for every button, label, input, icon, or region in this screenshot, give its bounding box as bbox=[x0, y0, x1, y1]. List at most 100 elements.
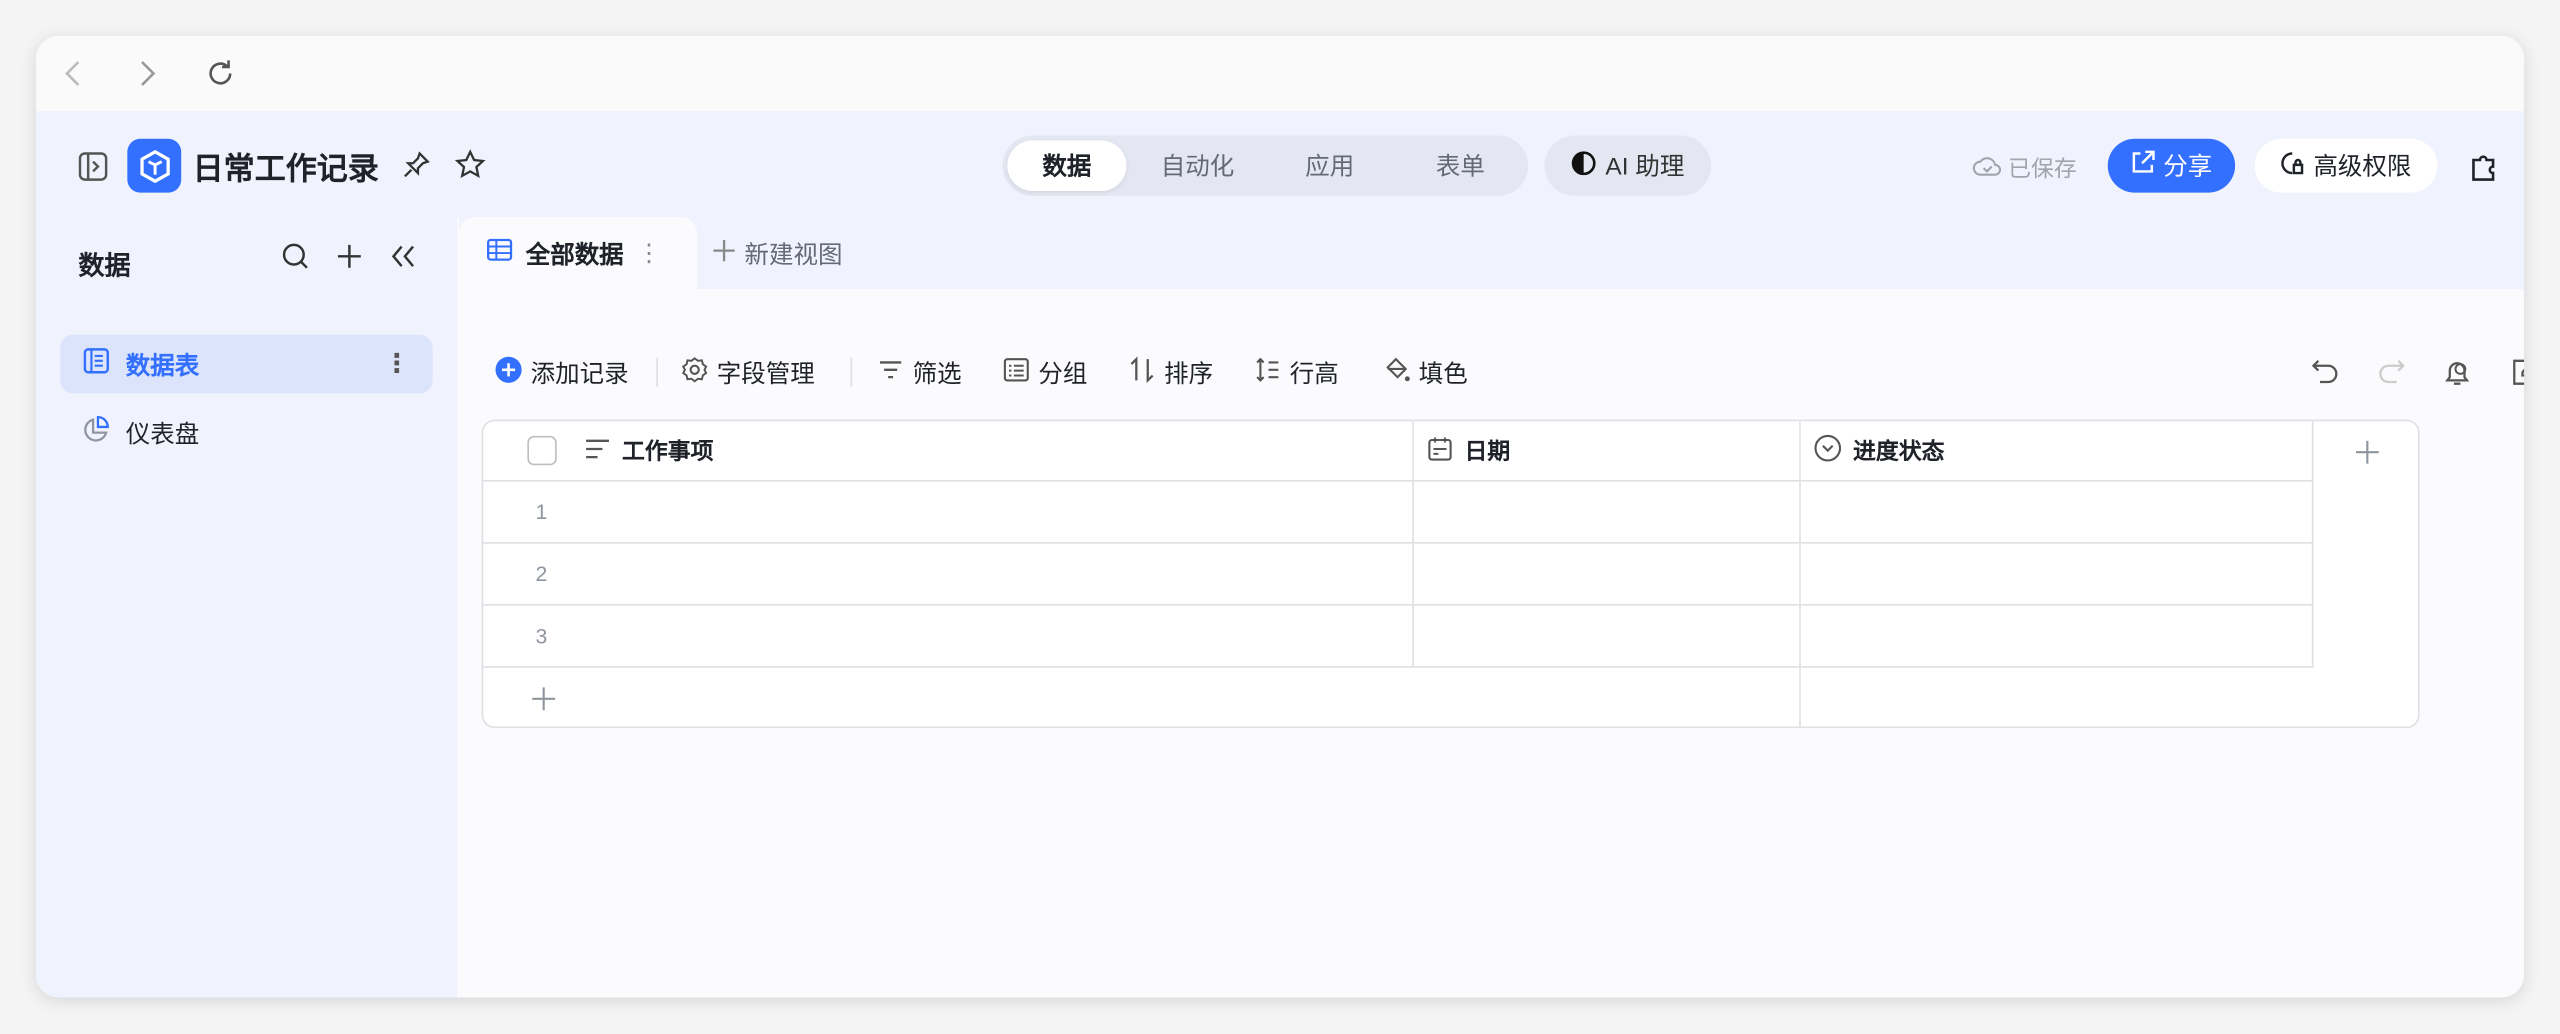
advanced-permission-button[interactable]: 高级权限 bbox=[2254, 138, 2438, 193]
sidebar-toggle-icon[interactable] bbox=[78, 152, 108, 190]
undo-icon[interactable] bbox=[2310, 358, 2339, 396]
forward-icon[interactable] bbox=[136, 59, 159, 88]
more-icon[interactable]: ⋮ bbox=[384, 348, 410, 381]
sort-button[interactable]: 排序 bbox=[1128, 356, 1213, 390]
new-view-button[interactable]: 新建视图 bbox=[712, 237, 843, 271]
add-record-button[interactable]: 添加记录 bbox=[495, 356, 629, 390]
group-label: 分组 bbox=[1038, 360, 1088, 389]
column-header-task[interactable]: 工作事项 bbox=[483, 421, 1414, 482]
app-window: 日常工作记录 数据 自动化 应用 表单 AI 助理 已保存 分享 高级权限 数据 bbox=[35, 35, 2525, 998]
filter-icon bbox=[877, 356, 905, 390]
more-icon[interactable]: ⋮ bbox=[637, 238, 661, 268]
row-number: 2 bbox=[535, 561, 548, 587]
table-cell[interactable] bbox=[1413, 543, 1801, 606]
sidebar-item-dashboard[interactable]: 仪表盘 bbox=[60, 403, 432, 462]
ai-label: AI 助理 bbox=[1605, 153, 1685, 182]
document-title[interactable]: 日常工作记录 bbox=[193, 145, 379, 189]
plugin-icon[interactable] bbox=[2470, 150, 2499, 191]
add-circle-icon bbox=[495, 356, 523, 390]
mode-tabs: 数据 自动化 应用 表单 bbox=[1002, 135, 1529, 196]
tab-apps[interactable]: 应用 bbox=[1270, 140, 1389, 191]
reload-icon[interactable] bbox=[204, 57, 237, 90]
fill-color-button[interactable]: 填色 bbox=[1383, 356, 1468, 390]
pin-icon[interactable] bbox=[402, 150, 431, 188]
table-row[interactable]: 1 bbox=[483, 481, 1414, 544]
reminder-icon[interactable] bbox=[2442, 358, 2471, 396]
view-tab-all-data[interactable]: 全部数据 ⋮ bbox=[458, 217, 698, 289]
gear-icon bbox=[681, 356, 709, 390]
row-height-label: 行高 bbox=[1289, 360, 1339, 389]
browser-toolbar bbox=[35, 35, 2525, 112]
cloud-check-icon bbox=[1972, 153, 2001, 184]
add-column-button[interactable] bbox=[2313, 421, 2417, 481]
add-record-label: 添加记录 bbox=[530, 360, 629, 389]
column-label: 日期 bbox=[1464, 437, 1511, 464]
table-cell[interactable] bbox=[1800, 481, 2314, 544]
collapse-icon[interactable] bbox=[389, 242, 418, 280]
fill-color-label: 填色 bbox=[1418, 360, 1468, 389]
row-height-icon bbox=[1254, 356, 1282, 390]
sidebar-item-datatable[interactable]: 数据表 ⋮ bbox=[60, 334, 433, 394]
plus-icon bbox=[712, 238, 736, 269]
dashboard-icon bbox=[82, 415, 111, 451]
filter-label: 筛选 bbox=[912, 360, 962, 389]
select-all-checkbox[interactable] bbox=[527, 435, 557, 466]
group-button[interactable]: 分组 bbox=[1002, 356, 1087, 390]
single-select-icon bbox=[1814, 434, 1842, 467]
back-icon[interactable] bbox=[62, 59, 85, 88]
table-cell[interactable] bbox=[1800, 605, 2314, 668]
filter-button[interactable]: 筛选 bbox=[877, 356, 962, 390]
plus-icon bbox=[532, 687, 556, 711]
table-row[interactable]: 3 bbox=[483, 605, 1414, 668]
table-icon bbox=[82, 346, 111, 382]
row-number: 1 bbox=[535, 499, 548, 525]
view-tab-label: 全部数据 bbox=[525, 240, 624, 269]
main-content: 全部数据 ⋮ 新建视图 添加记录 字段管理 筛选 分组 排序 行高 填色 工作事… bbox=[458, 217, 2525, 998]
column-label: 进度状态 bbox=[1853, 437, 1945, 464]
sort-icon bbox=[1128, 356, 1156, 390]
add-icon[interactable] bbox=[335, 242, 364, 280]
table-cell[interactable] bbox=[1413, 605, 1801, 668]
share-button[interactable]: 分享 bbox=[2107, 138, 2236, 193]
table-cell[interactable] bbox=[1413, 481, 1801, 544]
sidebar-item-label: 数据表 bbox=[125, 351, 200, 380]
saved-label: 已保存 bbox=[2008, 155, 2077, 182]
field-manager-button[interactable]: 字段管理 bbox=[681, 356, 815, 390]
add-row-button[interactable] bbox=[483, 667, 1801, 727]
tab-automation[interactable]: 自动化 bbox=[1138, 140, 1257, 191]
table-cell[interactable] bbox=[1800, 543, 2314, 606]
tab-data[interactable]: 数据 bbox=[1007, 140, 1127, 192]
paint-bucket-icon bbox=[1383, 356, 1411, 390]
data-table: 工作事项 日期 进度状态 1 2 3 bbox=[481, 419, 2420, 729]
redo-icon[interactable] bbox=[2377, 358, 2406, 396]
sidebar: 数据 数据表 ⋮ 仪表盘 bbox=[35, 217, 458, 998]
save-status: 已保存 bbox=[1972, 152, 2077, 185]
share-icon bbox=[2131, 150, 2155, 181]
lock-icon bbox=[2281, 149, 2305, 182]
fields-label: 字段管理 bbox=[716, 360, 815, 389]
sidebar-item-label: 仪表盘 bbox=[125, 420, 200, 449]
column-header-date[interactable]: 日期 bbox=[1413, 421, 1801, 482]
tab-forms[interactable]: 表单 bbox=[1401, 140, 1520, 191]
permission-label: 高级权限 bbox=[2313, 153, 2412, 182]
row-height-button[interactable]: 行高 bbox=[1254, 356, 1339, 390]
app-logo-icon bbox=[127, 138, 182, 193]
divider bbox=[850, 357, 853, 387]
ai-assistant-button[interactable]: AI 助理 bbox=[1544, 135, 1712, 196]
star-icon[interactable] bbox=[454, 149, 487, 190]
text-field-icon bbox=[584, 437, 610, 465]
divider bbox=[656, 357, 658, 387]
column-header-status[interactable]: 进度状态 bbox=[1800, 421, 2314, 482]
search-icon[interactable] bbox=[281, 242, 310, 280]
edit-icon[interactable] bbox=[2509, 358, 2525, 396]
column-label: 工作事项 bbox=[622, 437, 714, 464]
ai-icon bbox=[1571, 149, 1597, 182]
grid-icon bbox=[487, 237, 513, 270]
share-label: 分享 bbox=[2163, 153, 2213, 182]
calendar-icon bbox=[1427, 435, 1453, 466]
sidebar-title: 数据 bbox=[78, 253, 131, 281]
new-view-label: 新建视图 bbox=[744, 241, 843, 270]
row-number: 3 bbox=[535, 623, 548, 649]
plus-icon bbox=[2355, 439, 2379, 463]
table-row[interactable]: 2 bbox=[483, 543, 1414, 606]
